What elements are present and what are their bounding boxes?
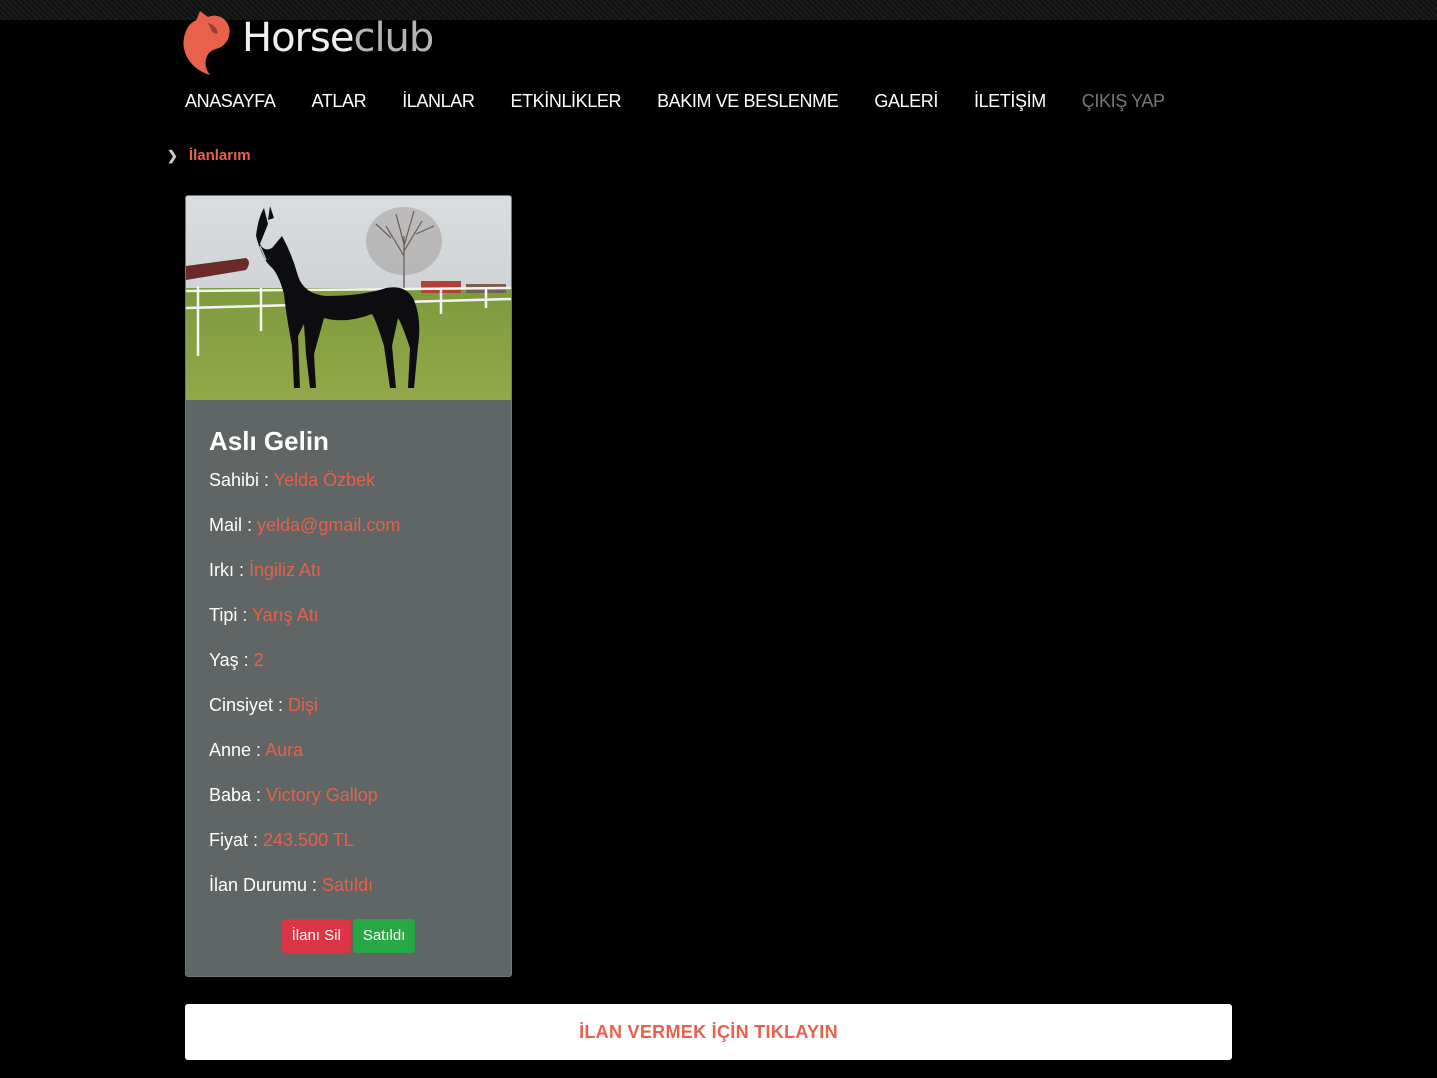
logo-text: Horseclub [242, 15, 434, 61]
field-value: Satıldı [322, 875, 374, 895]
field-label: Yaş : [209, 650, 254, 670]
field-row-owner: Sahibi : Yelda Özbek [209, 469, 488, 514]
field-value: 243.500 TL [263, 830, 354, 850]
nav-item-cikis-yap[interactable]: ÇIKIŞ YAP [1082, 89, 1165, 113]
nav-item-bakim-ve-beslenme[interactable]: BAKIM VE BESLENME [657, 89, 839, 113]
chevron-right-icon: ❯ [167, 147, 178, 163]
field-label: Mail : [209, 515, 258, 535]
field-row-type: Tipi : Yarış Atı [209, 604, 488, 649]
field-row-father: Baba : Victory Gallop [209, 784, 488, 829]
field-label: Anne : [209, 740, 266, 760]
mark-sold-button[interactable]: Satıldı [352, 919, 416, 953]
field-value: Yelda Özbek [273, 470, 376, 490]
field-value: Yarış Atı [252, 605, 319, 625]
breadcrumb: ❯ İlanlarım [167, 147, 251, 164]
nav-item-galeri[interactable]: GALERİ [874, 89, 938, 113]
field-row-price: Fiyat : 243.500 TL [209, 829, 488, 874]
nav-item-ilanlar[interactable]: İLANLAR [402, 89, 475, 113]
field-row-status: İlan Durumu : Satıldı [209, 874, 488, 919]
field-row-mail: Mail : yelda@gmail.com [209, 514, 488, 559]
logo-text-club: club [353, 15, 434, 61]
field-label: Baba : [209, 785, 267, 805]
horse-photo [186, 196, 511, 400]
field-value: Victory Gallop [266, 785, 378, 805]
nav-item-iletisim[interactable]: İLETİŞİM [974, 89, 1046, 113]
field-row-age: Yaş : 2 [209, 649, 488, 694]
main-nav: ANASAYFA ATLAR İLANLAR ETKİNLİKLER BAKIM… [185, 89, 1201, 113]
listing-card: Aslı Gelin Sahibi : Yelda Özbek Mail : y… [185, 195, 512, 977]
nav-item-anasayfa[interactable]: ANASAYFA [185, 89, 276, 113]
delete-listing-button[interactable]: İlanı Sil [281, 919, 351, 953]
field-value: 2 [253, 650, 264, 670]
field-label: Sahibi : [209, 470, 274, 490]
field-value: Dişi [288, 695, 319, 715]
field-row-breed: Irkı : İngiliz Atı [209, 559, 488, 604]
listing-actions: İlanı Sil Satıldı [186, 919, 511, 953]
nav-item-atlar[interactable]: ATLAR [312, 89, 367, 113]
field-value: Aura [265, 740, 304, 760]
listing-title: Aslı Gelin [209, 426, 329, 456]
create-listing-button[interactable]: İLAN VERMEK İÇİN TIKLAYIN [185, 1004, 1232, 1060]
site-logo[interactable]: Horseclub [178, 6, 434, 78]
breadcrumb-current[interactable]: İlanlarım [189, 147, 251, 164]
field-value: İngiliz Atı [249, 560, 322, 580]
nav-item-etkinlikler[interactable]: ETKİNLİKLER [510, 89, 621, 113]
field-row-gender: Cinsiyet : Dişi [209, 694, 488, 739]
field-label: Cinsiyet : [209, 695, 289, 715]
field-label: Tipi : [209, 605, 253, 625]
horse-head-icon [183, 11, 230, 75]
field-label: Irkı : [209, 560, 249, 580]
field-label: İlan Durumu : [209, 875, 323, 895]
logo-text-horse: Horse [242, 15, 354, 61]
field-row-mother: Anne : Aura [209, 739, 488, 784]
field-label: Fiyat : [209, 830, 264, 850]
field-value: yelda@gmail.com [257, 515, 401, 535]
